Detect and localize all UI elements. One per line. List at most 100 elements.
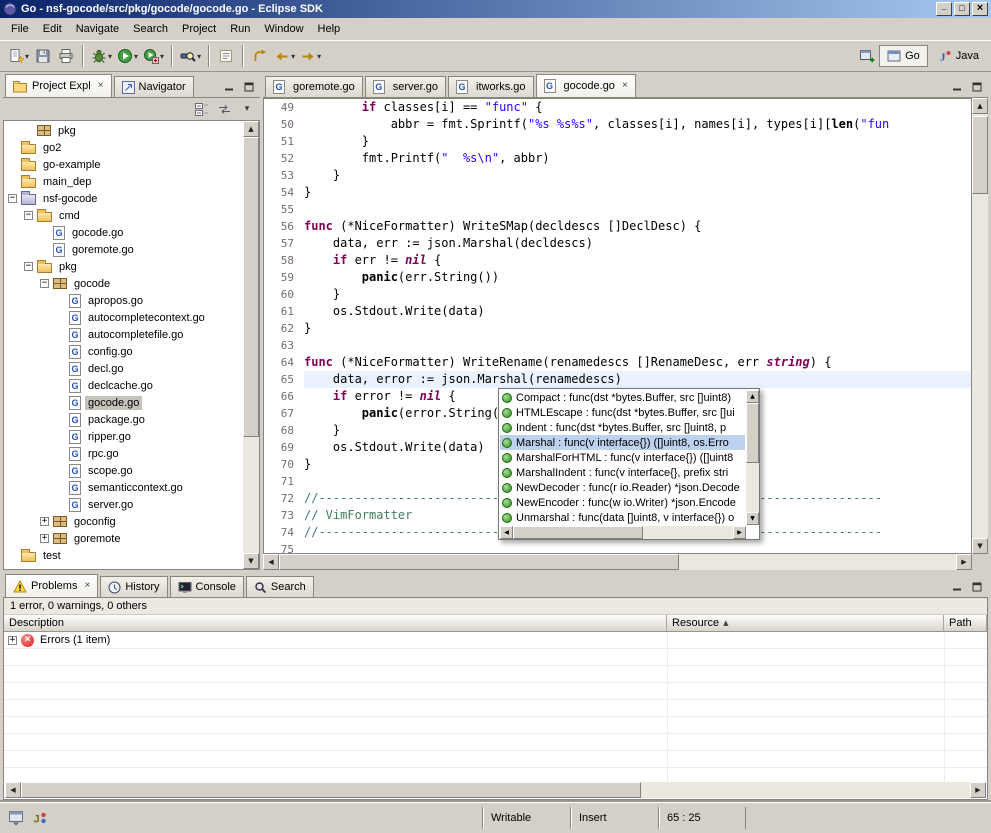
- dropdown-arrow-icon[interactable]: ▾: [317, 52, 321, 61]
- tree-item-gocode-go[interactable]: Ggocode.go: [4, 224, 243, 241]
- tree-item-config-go[interactable]: Gconfig.go: [4, 343, 243, 360]
- perspective-java[interactable]: JJava: [930, 45, 987, 67]
- forward-button[interactable]: ▾: [298, 44, 323, 68]
- tree-item-scope-go[interactable]: Gscope.go: [4, 462, 243, 479]
- completion-item[interactable]: Compact : func(dst *bytes.Buffer, src []…: [500, 390, 745, 405]
- tree-item-autocompletecontext-go[interactable]: Gautocompletecontext.go: [4, 309, 243, 326]
- scroll-up-icon[interactable]: ▲: [972, 98, 988, 114]
- scroll-right-icon[interactable]: ▶: [970, 782, 986, 798]
- completion-item[interactable]: Unmarshal : func(data []uint8, v interfa…: [500, 510, 745, 525]
- editor-vertical-scrollbar[interactable]: ▲ ▼: [972, 98, 988, 554]
- maximize-view-icon[interactable]: [968, 579, 985, 594]
- scroll-down-icon[interactable]: ▼: [243, 553, 259, 569]
- tree-item-go2[interactable]: go2: [4, 139, 243, 156]
- menu-run[interactable]: Run: [223, 20, 257, 38]
- column-header-path[interactable]: Path: [944, 615, 987, 632]
- menu-window[interactable]: Window: [257, 20, 310, 38]
- print-button[interactable]: [55, 44, 77, 68]
- tree-item-autocompletefile-go[interactable]: Gautocompletefile.go: [4, 326, 243, 343]
- dropdown-arrow-icon[interactable]: ▾: [197, 52, 201, 61]
- column-header-description[interactable]: Description: [4, 615, 667, 632]
- tree-item-goremote-go[interactable]: Ggoremote.go: [4, 241, 243, 258]
- close-icon[interactable]: ×: [84, 581, 90, 591]
- tree-item-rpc-go[interactable]: Grpc.go: [4, 445, 243, 462]
- menu-search[interactable]: Search: [126, 20, 175, 38]
- scrollbar-thumb[interactable]: [513, 526, 643, 539]
- last-edit-button[interactable]: [249, 44, 271, 68]
- menu-help[interactable]: Help: [311, 20, 348, 38]
- tree-item-goremote[interactable]: +goremote: [4, 530, 243, 547]
- tab-project-expl[interactable]: Project Expl×: [5, 74, 112, 97]
- open-perspective-icon[interactable]: [858, 48, 876, 65]
- scroll-down-icon[interactable]: ▼: [746, 512, 759, 525]
- tab-goremote-go[interactable]: Ggoremote.go: [265, 76, 363, 97]
- tab-gocode-go[interactable]: Ggocode.go×: [536, 74, 636, 97]
- expand-icon[interactable]: +: [40, 517, 49, 526]
- back-button[interactable]: ▾: [272, 44, 297, 68]
- scrollbar-thumb[interactable]: [243, 137, 259, 437]
- tab-history[interactable]: History: [100, 576, 167, 597]
- tree-item-gocode-go[interactable]: Ggocode.go: [4, 394, 243, 411]
- search-button[interactable]: ▾: [178, 44, 203, 68]
- java-trim-icon[interactable]: J: [30, 808, 50, 828]
- completion-item[interactable]: NewDecoder : func(r io.Reader) *json.Dec…: [500, 480, 745, 495]
- perspective-go[interactable]: Go: [879, 45, 928, 67]
- minimize-view-icon[interactable]: [220, 79, 237, 94]
- tab-navigator[interactable]: Navigator: [114, 76, 194, 97]
- menu-project[interactable]: Project: [175, 20, 223, 38]
- minimize-view-icon[interactable]: [948, 79, 965, 94]
- close-icon[interactable]: ×: [98, 81, 104, 91]
- close-icon[interactable]: ×: [622, 81, 628, 91]
- collapse-all-icon[interactable]: [192, 101, 210, 118]
- maximize-view-icon[interactable]: [968, 79, 985, 94]
- tree-item-declcache-go[interactable]: Gdeclcache.go: [4, 377, 243, 394]
- scroll-right-icon[interactable]: ▶: [733, 526, 746, 539]
- tree-item-go-example[interactable]: go-example: [4, 156, 243, 173]
- tree-item-cmd[interactable]: −cmd: [4, 207, 243, 224]
- menu-edit[interactable]: Edit: [36, 20, 69, 38]
- toggle-annotations-button[interactable]: [215, 44, 237, 68]
- problems-horizontal-scrollbar[interactable]: ◀ ▶: [5, 782, 986, 798]
- dropdown-arrow-icon[interactable]: ▾: [25, 52, 29, 61]
- scroll-down-icon[interactable]: ▼: [972, 538, 988, 554]
- minimize-button[interactable]: [936, 2, 952, 16]
- scroll-left-icon[interactable]: ◀: [263, 554, 279, 570]
- run-button[interactable]: ▾: [115, 44, 140, 68]
- problems-row[interactable]: +×Errors (1 item): [4, 632, 987, 649]
- collapse-icon[interactable]: −: [40, 279, 49, 288]
- tree-item-decl-go[interactable]: Gdecl.go: [4, 360, 243, 377]
- completion-item[interactable]: NewEncoder : func(w io.Writer) *json.Enc…: [500, 495, 745, 510]
- scrollbar-thumb[interactable]: [746, 403, 759, 463]
- expand-icon[interactable]: +: [40, 534, 49, 543]
- link-with-editor-icon[interactable]: [215, 101, 233, 118]
- tab-console[interactable]: Console: [170, 576, 244, 597]
- dropdown-arrow-icon[interactable]: ▾: [108, 52, 112, 61]
- tree-item-test[interactable]: test: [4, 547, 243, 564]
- tab-problems[interactable]: Problems×: [5, 574, 98, 597]
- editor-horizontal-scrollbar[interactable]: ◀ ▶: [263, 554, 972, 570]
- close-button[interactable]: [972, 2, 988, 16]
- tree-item-server-go[interactable]: Gserver.go: [4, 496, 243, 513]
- maximize-view-icon[interactable]: [240, 79, 257, 94]
- collapse-icon[interactable]: −: [24, 211, 33, 220]
- scroll-up-icon[interactable]: ▲: [746, 390, 759, 403]
- tree-item-gocode[interactable]: −gocode: [4, 275, 243, 292]
- tree-scrollbar[interactable]: ▲ ▼: [243, 121, 259, 569]
- tree-item-goconfig[interactable]: +goconfig: [4, 513, 243, 530]
- save-button[interactable]: [32, 44, 54, 68]
- project-tree[interactable]: pkggo2go-examplemain_dep−nsf-gocode−cmdG…: [4, 121, 243, 569]
- tree-item-main-dep[interactable]: main_dep: [4, 173, 243, 190]
- view-menu-icon[interactable]: ▾: [238, 101, 256, 118]
- minimize-view-icon[interactable]: [948, 579, 965, 594]
- completion-item[interactable]: Marshal : func(v interface{}) ([]uint8, …: [500, 435, 745, 450]
- tab-search[interactable]: Search: [246, 576, 314, 597]
- popup-vertical-scrollbar[interactable]: ▲ ▼: [746, 390, 759, 525]
- popup-horizontal-scrollbar[interactable]: ◀ ▶: [500, 526, 746, 539]
- fast-view-icon[interactable]: [6, 808, 26, 828]
- menu-navigate[interactable]: Navigate: [69, 20, 126, 38]
- tree-item-semanticcontext-go[interactable]: Gsemanticcontext.go: [4, 479, 243, 496]
- menu-file[interactable]: File: [4, 20, 36, 38]
- completion-item[interactable]: MarshalForHTML : func(v interface{}) ([]…: [500, 450, 745, 465]
- completion-item[interactable]: HTMLEscape : func(dst *bytes.Buffer, src…: [500, 405, 745, 420]
- scroll-right-icon[interactable]: ▶: [956, 554, 972, 570]
